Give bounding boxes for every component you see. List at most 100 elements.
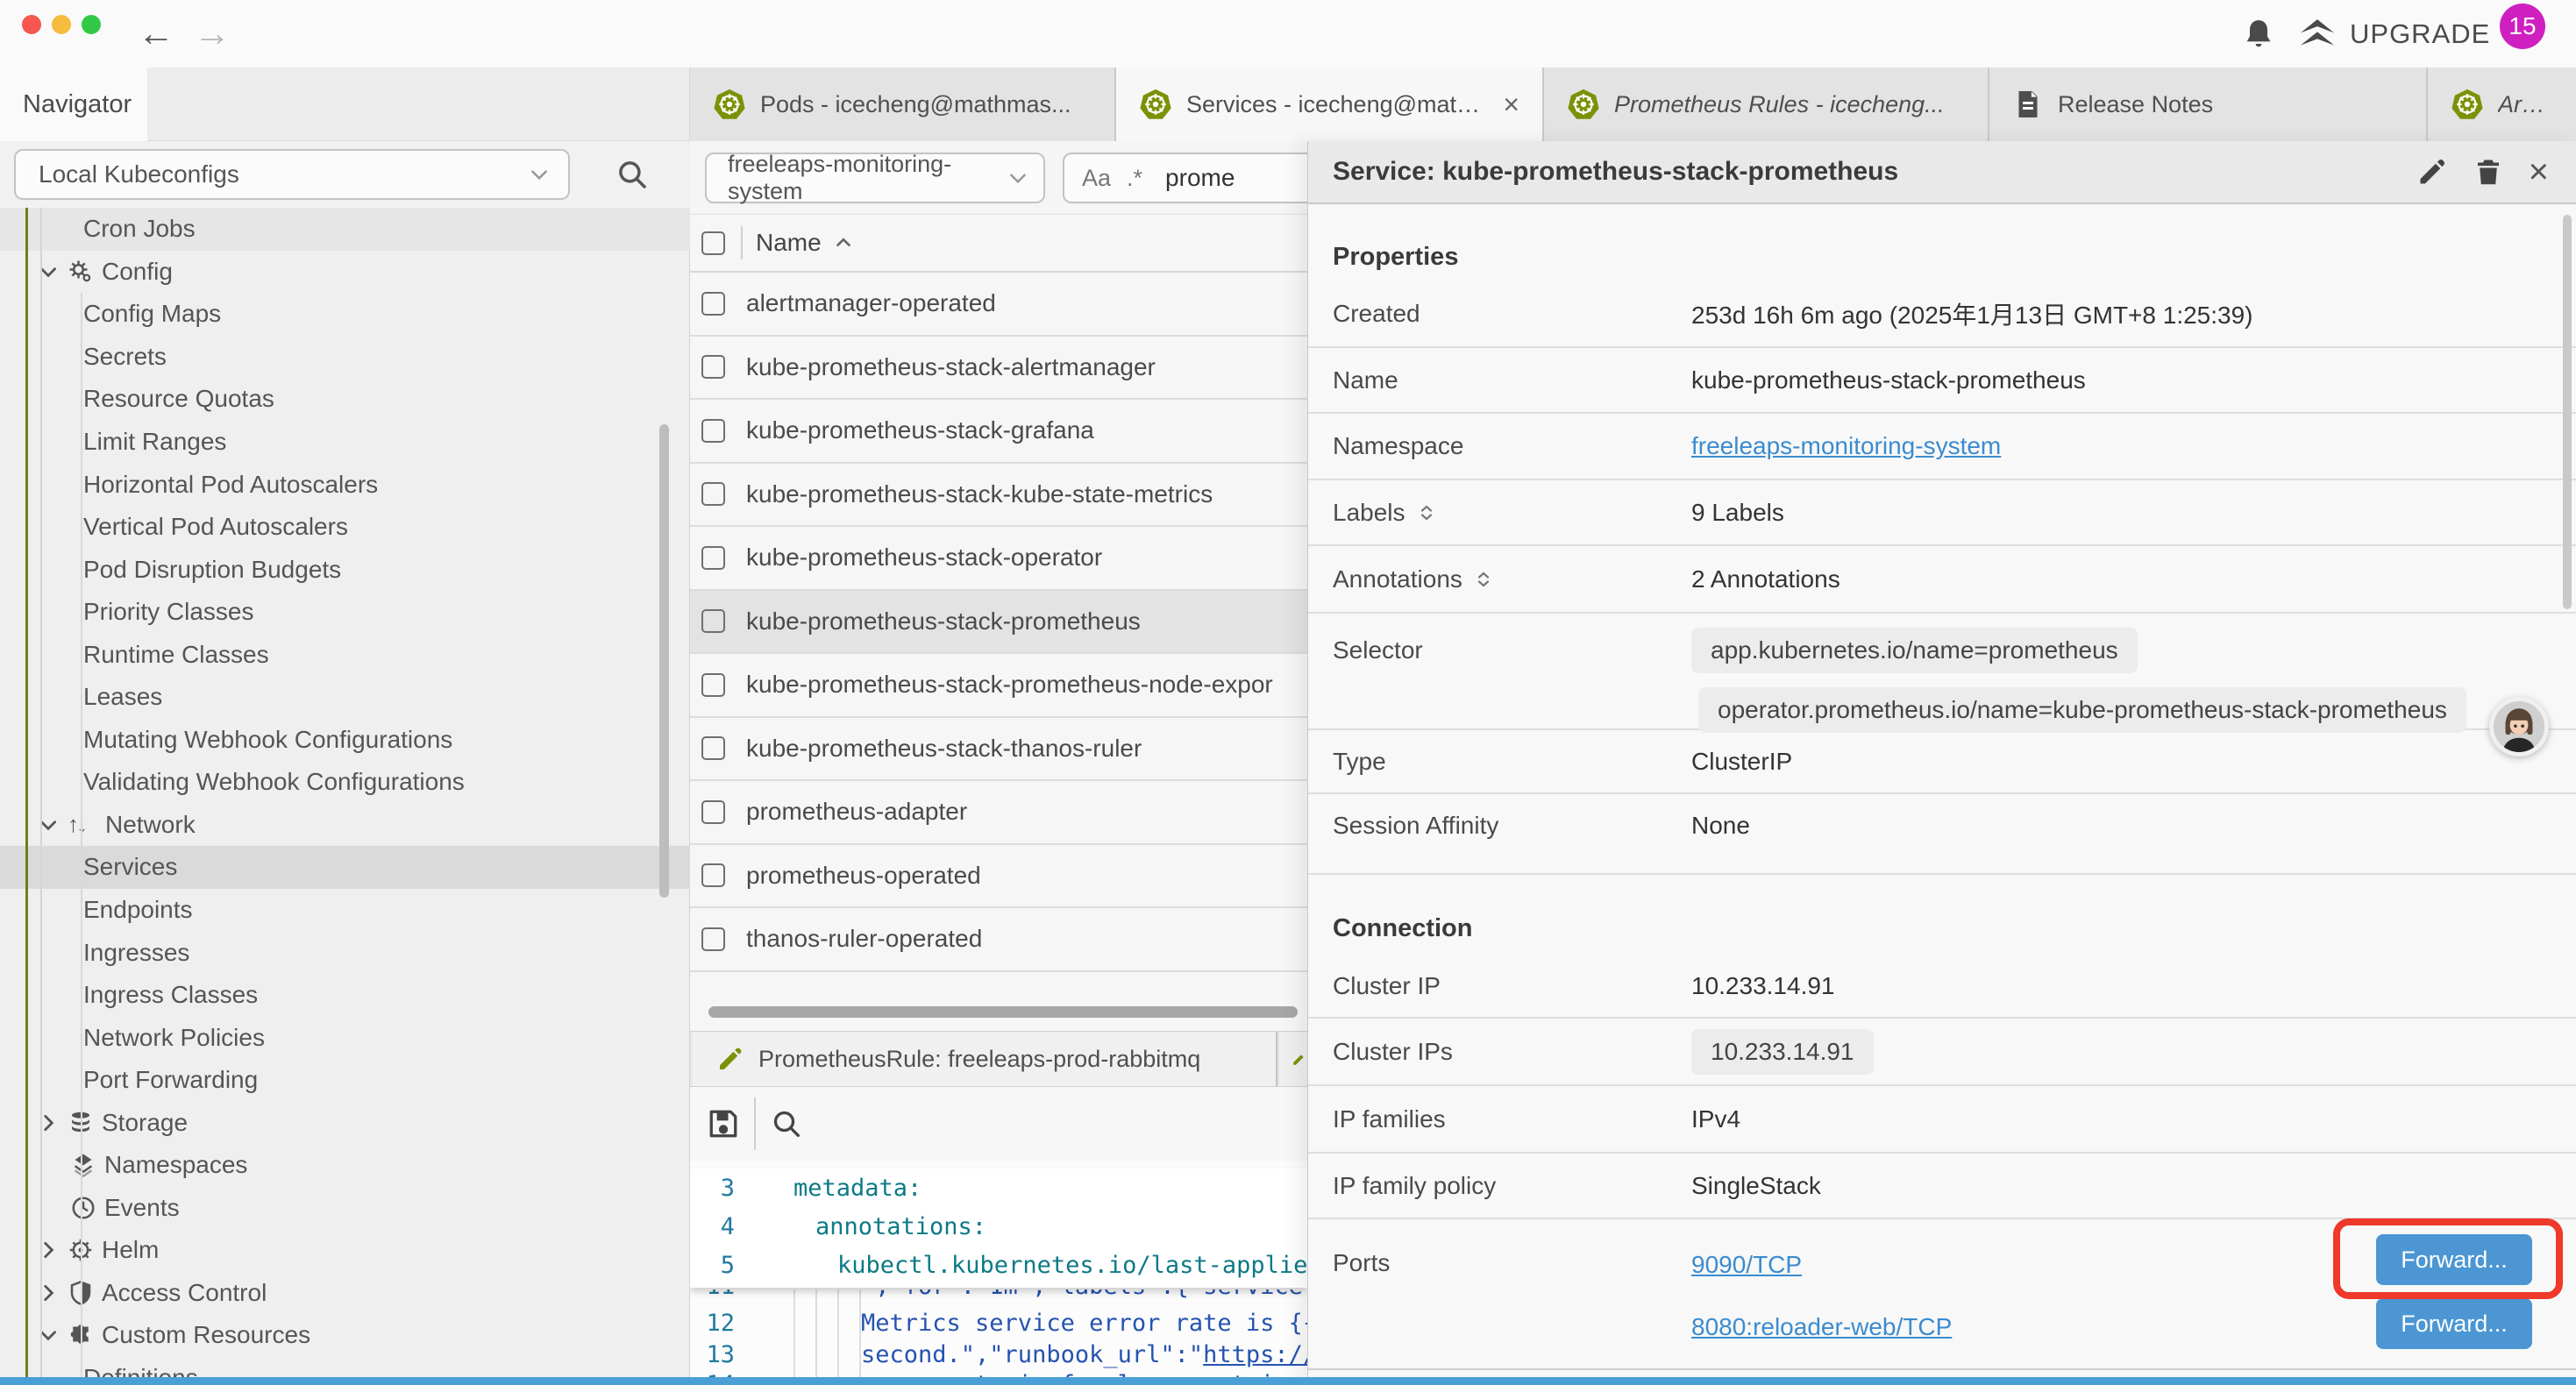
sidebar-item-leases[interactable]: Leases <box>0 676 690 719</box>
port-link-9090[interactable]: 9090/TCP <box>1691 1251 1802 1279</box>
row-checkbox[interactable] <box>701 609 725 633</box>
connection-row-ip-family-policy: IP family policy SingleStack <box>1308 1154 2576 1219</box>
delete-icon[interactable] <box>2473 156 2504 188</box>
back-arrow-icon[interactable]: ← <box>138 7 174 60</box>
minimize-window-icon[interactable] <box>52 15 71 34</box>
table-row[interactable]: kube-prometheus-stack-grafana <box>690 400 1307 464</box>
tab-release-notes[interactable]: Release Notes <box>1989 67 2428 141</box>
sidebar-group-access-control[interactable]: Access Control <box>0 1272 690 1315</box>
navigator-scrollbar[interactable] <box>659 424 669 898</box>
row-checkbox[interactable] <box>701 419 725 443</box>
search-icon[interactable] <box>614 156 651 193</box>
tab-navigator[interactable]: Navigator <box>0 67 147 141</box>
namespace-filter-select[interactable]: freeleaps-monitoring-system <box>705 153 1045 203</box>
sidebar-item-priority-classes[interactable]: Priority Classes <box>0 591 690 634</box>
port-link-8080[interactable]: 8080:reloader-web/TCP <box>1691 1313 1952 1341</box>
tab-prometheus-rules[interactable]: Prometheus Rules - icecheng... <box>1544 67 1989 141</box>
sidebar-item-secrets[interactable]: Secrets <box>0 336 690 379</box>
tab-argo[interactable]: Argo Se <box>2428 67 2576 141</box>
select-all-checkbox[interactable] <box>701 231 725 255</box>
close-icon[interactable]: × <box>2529 156 2549 188</box>
tab-prometheusrule-editor[interactable]: PrometheusRule: freeleaps-prod-rabbitmq <box>692 1032 1277 1086</box>
sidebar-item-ingresses[interactable]: Ingresses <box>0 931 690 974</box>
forward-button-8080[interactable]: Forward... <box>2376 1298 2532 1349</box>
table-row[interactable]: kube-prometheus-stack-prometheus-node-ex… <box>690 654 1307 718</box>
edit-icon[interactable] <box>2416 156 2448 188</box>
regex-toggle[interactable]: .* <box>1127 165 1142 192</box>
sidebar-item-horizontal-pod-autoscalers[interactable]: Horizontal Pod Autoscalers <box>0 463 690 506</box>
sidebar-group-config[interactable]: Config <box>0 251 690 294</box>
notification-bell-icon[interactable] <box>2241 0 2276 67</box>
table-row[interactable]: thanos-ruler-operated <box>690 908 1307 972</box>
upgrade-button[interactable]: UPGRADE <box>2297 0 2490 67</box>
runbook-url-link[interactable]: https://net <box>1203 1341 1307 1368</box>
assistant-avatar[interactable] <box>2489 697 2549 756</box>
close-tab-icon[interactable]: × <box>1503 89 1519 121</box>
table-row-selected[interactable]: kube-prometheus-stack-prometheus <box>690 591 1307 655</box>
search-input[interactable]: Aa .* prome <box>1063 153 1307 203</box>
sidebar-item-runtime-classes[interactable]: Runtime Classes <box>0 633 690 676</box>
sidebar-item-cron-jobs[interactable]: Cron Jobs <box>0 208 690 251</box>
save-icon[interactable] <box>704 1104 743 1143</box>
row-checkbox[interactable] <box>701 736 725 760</box>
zoom-window-icon[interactable] <box>82 15 101 34</box>
forward-arrow-icon[interactable]: → <box>194 7 231 60</box>
sidebar-item-namespaces[interactable]: Namespaces <box>0 1144 690 1187</box>
row-checkbox[interactable] <box>701 863 725 887</box>
sidebar-item-services[interactable]: Services <box>0 846 690 889</box>
row-checkbox[interactable] <box>701 673 725 697</box>
row-checkbox[interactable] <box>701 482 725 506</box>
kubeconfig-selector[interactable]: Local Kubeconfigs <box>14 149 570 200</box>
yaml-editor[interactable]: 11 ","for":"1m","labels":{"service":" 12… <box>690 1161 1307 1383</box>
sidebar-item-limit-ranges[interactable]: Limit Ranges <box>0 421 690 464</box>
connection-row-cluster-ip: Cluster IP 10.233.14.91 <box>1308 955 2576 1019</box>
horizontal-scrollbar[interactable] <box>708 1006 1298 1018</box>
sidebar-item-port-forwarding[interactable]: Port Forwarding <box>0 1059 690 1102</box>
window-titlebar: ← → UPGRADE 15 <box>0 0 2576 67</box>
expand-toggle-icon[interactable] <box>1473 569 1494 590</box>
row-checkbox[interactable] <box>701 927 725 951</box>
sidebar-item-vertical-pod-autoscalers[interactable]: Vertical Pod Autoscalers <box>0 506 690 549</box>
table-row[interactable]: kube-prometheus-stack-operator <box>690 527 1307 591</box>
detail-scrollbar[interactable] <box>2563 215 2572 609</box>
row-checkbox[interactable] <box>701 800 725 824</box>
column-header-name[interactable]: Name <box>756 229 822 257</box>
sidebar-item-events[interactable]: Events <box>0 1187 690 1230</box>
sidebar-group-network[interactable]: ↑↓ Network <box>0 804 690 847</box>
find-icon[interactable] <box>769 1106 804 1141</box>
notification-badge[interactable]: 15 <box>2500 4 2545 49</box>
table-row[interactable]: kube-prometheus-stack-kube-state-metrics <box>690 464 1307 528</box>
sidebar-item-config-maps[interactable]: Config Maps <box>0 293 690 336</box>
sidebar-item-validating-webhook-configurations[interactable]: Validating Webhook Configurations <box>0 761 690 804</box>
gear-icon <box>68 259 94 285</box>
sidebar-item-pod-disruption-budgets[interactable]: Pod Disruption Budgets <box>0 548 690 591</box>
sidebar-item-ingress-classes[interactable]: Ingress Classes <box>0 974 690 1017</box>
tab-editor-partial[interactable] <box>1279 1032 1307 1086</box>
row-checkbox[interactable] <box>701 355 725 379</box>
match-case-toggle[interactable]: Aa <box>1082 165 1111 192</box>
expand-toggle-icon[interactable] <box>1416 502 1437 523</box>
tab-pods[interactable]: Pods - icecheng@mathmas... <box>690 67 1116 141</box>
table-row[interactable]: kube-prometheus-stack-alertmanager <box>690 337 1307 401</box>
table-row[interactable]: alertmanager-operated <box>690 273 1307 337</box>
sidebar-item-network-policies[interactable]: Network Policies <box>0 1016 690 1059</box>
sidebar-item-mutating-webhook-configurations[interactable]: Mutating Webhook Configurations <box>0 719 690 762</box>
row-checkbox[interactable] <box>701 292 725 316</box>
bottom-status-strip <box>0 1377 2576 1385</box>
row-checkbox[interactable] <box>701 546 725 570</box>
toolbar-divider <box>754 1097 756 1150</box>
table-row[interactable]: prometheus-operated <box>690 845 1307 909</box>
close-window-icon[interactable] <box>22 15 41 34</box>
table-row[interactable]: kube-prometheus-stack-thanos-ruler <box>690 718 1307 782</box>
namespace-link[interactable]: freeleaps-monitoring-system <box>1691 432 2001 460</box>
sidebar-group-custom-resources[interactable]: Custom Resources <box>0 1314 690 1357</box>
tab-services[interactable]: Services - icecheng@math... × <box>1116 67 1544 141</box>
sidebar-group-storage[interactable]: Storage <box>0 1101 690 1144</box>
editor-tabbar: PrometheusRule: freeleaps-prod-rabbitmq <box>690 1031 1307 1087</box>
sidebar-group-helm[interactable]: Helm <box>0 1229 690 1272</box>
sort-ascending-icon[interactable] <box>832 231 855 254</box>
sidebar-item-endpoints[interactable]: Endpoints <box>0 889 690 932</box>
table-row[interactable]: prometheus-adapter <box>690 781 1307 845</box>
sidebar-item-resource-quotas[interactable]: Resource Quotas <box>0 378 690 421</box>
name-value: kube-prometheus-stack-prometheus <box>1691 366 2086 394</box>
